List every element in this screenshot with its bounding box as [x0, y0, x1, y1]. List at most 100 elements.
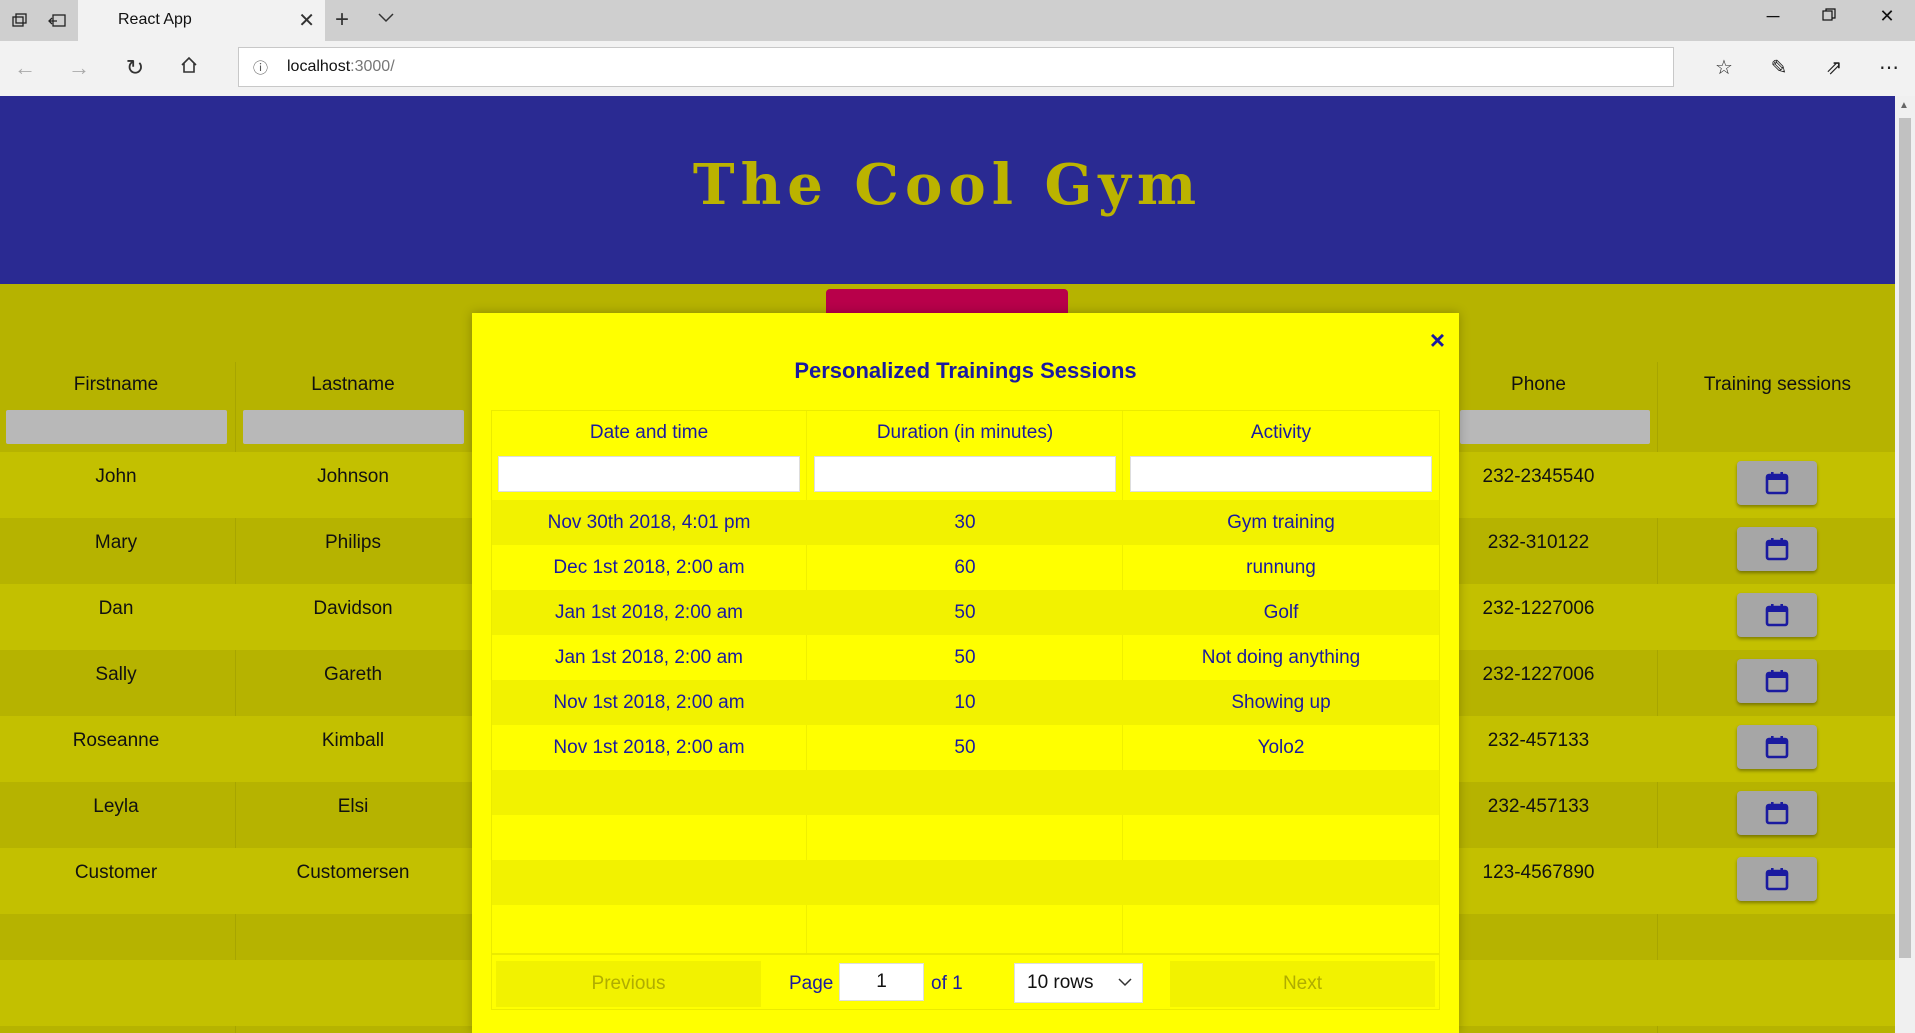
cell-lastname: Elsi — [337, 796, 369, 817]
table-row-empty — [492, 860, 1439, 905]
restore-icon[interactable] — [1806, 6, 1852, 27]
chevron-down-icon[interactable] — [378, 10, 394, 28]
page-title: The Cool Gym — [692, 152, 1203, 218]
cell-firstname: John — [95, 466, 137, 487]
filter-date-input[interactable] — [498, 456, 800, 492]
cell-firstname: Roseanne — [72, 730, 160, 751]
cell-phone: 123-4567890 — [1482, 862, 1595, 883]
header-lastname[interactable]: Lastname — [237, 362, 469, 408]
calendar-icon — [1765, 868, 1789, 891]
header-training-sessions: Training sessions — [1703, 374, 1852, 395]
cell-duration: 10 — [954, 692, 976, 713]
cell-date: Dec 1st 2018, 2:00 am — [553, 557, 745, 578]
url-port: :3000/ — [350, 58, 395, 75]
cell-duration: 50 — [954, 647, 976, 668]
calendar-icon — [1765, 604, 1789, 627]
filter-lastname-input[interactable] — [243, 410, 464, 444]
table-row: Nov 1st 2018, 2:00 am 50 Yolo2 — [492, 725, 1439, 770]
close-window-icon[interactable]: ✕ — [1864, 6, 1910, 27]
page-number-input[interactable]: 1 — [839, 963, 924, 1001]
site-info-icon[interactable]: ⓘ — [253, 57, 268, 78]
cell-phone: 232-1227006 — [1482, 664, 1595, 685]
cell-activity: Gym training — [1227, 512, 1335, 533]
header-activity[interactable]: Activity — [1124, 411, 1438, 454]
filter-firstname-input[interactable] — [6, 410, 227, 444]
table-row: Nov 1st 2018, 2:00 am 10 Showing up — [492, 680, 1439, 725]
chevron-down-icon — [1118, 964, 1132, 1002]
modal-title: Personalized Trainings Sessions — [794, 358, 1137, 383]
share-icon[interactable]: ⇗ — [1819, 55, 1849, 80]
page-label: Page — [789, 973, 834, 994]
filter-duration-input[interactable] — [814, 456, 1116, 492]
cell-lastname: Kimball — [321, 730, 385, 751]
cell-date: Nov 1st 2018, 2:00 am — [553, 737, 745, 758]
pen-icon[interactable]: ✎ — [1764, 55, 1794, 80]
cell-phone: 232-2345540 — [1482, 466, 1595, 487]
cell-firstname: Mary — [94, 532, 138, 553]
cell-lastname: Philips — [325, 532, 381, 553]
cell-activity: Showing up — [1231, 692, 1331, 713]
training-sessions-modal: × Personalized Trainings Sessions Date a… — [472, 313, 1459, 1033]
cell-date: Jan 1st 2018, 2:00 am — [554, 647, 743, 668]
close-icon[interactable]: × — [1430, 325, 1445, 356]
page-total: of 1 — [931, 973, 963, 994]
cell-firstname: Dan — [98, 598, 134, 619]
back-icon[interactable]: ← — [10, 55, 40, 81]
cell-phone: 232-457133 — [1487, 796, 1590, 817]
table-row: Dec 1st 2018, 2:00 am 60 runnung — [492, 545, 1439, 590]
training-sessions-button[interactable] — [1737, 659, 1817, 703]
cell-lastname: Gareth — [323, 664, 383, 685]
cell-date: Nov 1st 2018, 2:00 am — [553, 692, 745, 713]
sessions-table: Date and time Duration (in minutes) Acti… — [491, 410, 1440, 1010]
tab-manager-icon[interactable] — [0, 0, 38, 41]
browser-tab[interactable]: React App ✕ — [78, 0, 325, 41]
cell-firstname: Sally — [95, 664, 137, 685]
calendar-icon — [1765, 736, 1789, 759]
url-text: localhost:3000/ — [287, 58, 395, 76]
scrollbar-thumb[interactable] — [1899, 118, 1911, 958]
header-duration[interactable]: Duration (in minutes) — [808, 411, 1122, 454]
close-tab-icon[interactable]: ✕ — [298, 8, 315, 33]
calendar-icon — [1765, 670, 1789, 693]
previous-button[interactable]: Previous — [496, 961, 761, 1007]
cell-date: Jan 1st 2018, 2:00 am — [554, 602, 743, 623]
more-icon[interactable]: ⋯ — [1874, 55, 1904, 80]
training-sessions-button[interactable] — [1737, 725, 1817, 769]
rows-per-page-select[interactable]: 10 rows — [1014, 963, 1143, 1003]
home-icon[interactable] — [174, 55, 204, 81]
page-scrollbar[interactable]: ▲ — [1895, 96, 1915, 1033]
table-row: Nov 30th 2018, 4:01 pm 30 Gym training — [492, 500, 1439, 545]
cell-activity: Not doing anything — [1201, 647, 1361, 668]
header-date-time[interactable]: Date and time — [492, 411, 806, 454]
cell-firstname: Customer — [74, 862, 158, 883]
training-sessions-button[interactable] — [1737, 791, 1817, 835]
header-phone[interactable]: Phone — [1462, 362, 1615, 408]
cell-activity: runnung — [1246, 557, 1316, 578]
calendar-icon — [1765, 538, 1789, 561]
cell-phone: 232-310122 — [1487, 532, 1590, 553]
favorites-icon[interactable]: ☆ — [1709, 55, 1739, 80]
set-aside-tabs-icon[interactable] — [38, 0, 76, 41]
filter-activity-input[interactable] — [1130, 456, 1432, 492]
header-firstname[interactable]: Firstname — [0, 362, 232, 408]
refresh-icon[interactable]: ↻ — [120, 55, 150, 81]
calendar-icon — [1765, 802, 1789, 825]
new-tab-icon[interactable]: + — [335, 6, 349, 34]
training-sessions-button[interactable] — [1737, 857, 1817, 901]
filter-phone-input[interactable] — [1460, 410, 1650, 444]
url-host: localhost — [287, 58, 351, 75]
address-bar[interactable]: ⓘ localhost:3000/ — [238, 47, 1674, 87]
next-button[interactable]: Next — [1170, 961, 1435, 1007]
cell-date: Nov 30th 2018, 4:01 pm — [547, 512, 751, 533]
training-sessions-button[interactable] — [1737, 461, 1817, 505]
training-sessions-button[interactable] — [1737, 593, 1817, 637]
cell-lastname: Johnson — [317, 466, 389, 487]
training-sessions-button[interactable] — [1737, 527, 1817, 571]
minimize-icon[interactable]: ─ — [1750, 6, 1796, 27]
cell-duration: 30 — [954, 512, 976, 533]
forward-icon[interactable]: → — [64, 55, 94, 81]
scroll-up-icon[interactable]: ▲ — [1899, 100, 1909, 111]
table-row-empty — [492, 770, 1439, 815]
calendar-icon — [1765, 472, 1789, 495]
cell-lastname: Davidson — [313, 598, 393, 619]
